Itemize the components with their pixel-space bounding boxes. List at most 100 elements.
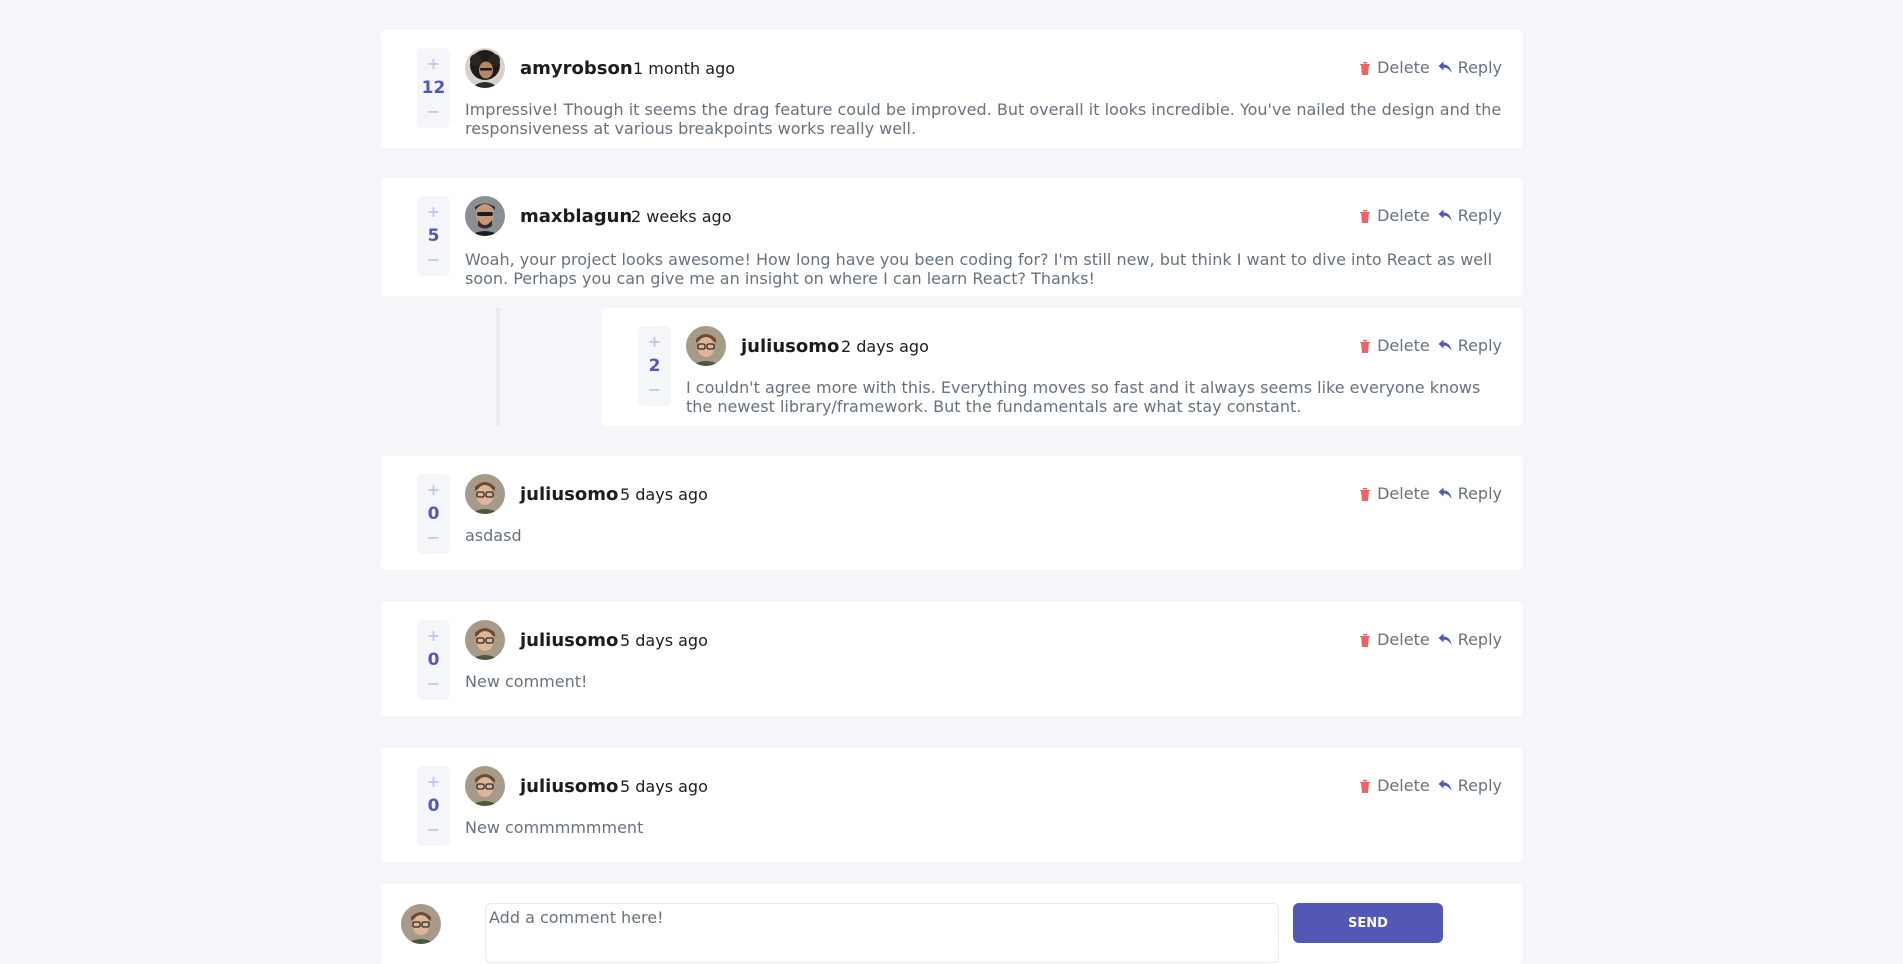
comment-card: + 5 − maxblagun 2 weeks ago Delete Reply…: [381, 178, 1522, 296]
reply-label: Reply: [1457, 206, 1502, 225]
delete-label: Delete: [1377, 484, 1430, 503]
comment-composer: SEND: [381, 884, 1522, 964]
comment-card: + 12 − amyrobson 1 month ago Delete Repl…: [381, 30, 1522, 148]
avatar-juliusomo: [401, 904, 441, 944]
reply-button[interactable]: Reply: [1438, 630, 1502, 649]
downvote-button[interactable]: −: [427, 822, 440, 838]
reply-button[interactable]: Reply: [1438, 336, 1502, 355]
vote-control: + 2 −: [638, 326, 671, 406]
trash-icon: [1360, 633, 1371, 647]
delete-label: Delete: [1377, 630, 1430, 649]
delete-button[interactable]: Delete: [1359, 206, 1430, 225]
vote-control: + 0 −: [417, 474, 450, 554]
reply-arrow-icon: [1438, 339, 1452, 351]
comment-author[interactable]: juliusomo: [520, 776, 618, 797]
downvote-button[interactable]: −: [427, 104, 440, 120]
comment-input[interactable]: [485, 903, 1279, 963]
delete-button[interactable]: Delete: [1359, 630, 1430, 649]
delete-label: Delete: [1377, 206, 1430, 225]
trash-icon: [1360, 779, 1371, 793]
reply-button[interactable]: Reply: [1438, 776, 1502, 795]
comment-timestamp: 2 weeks ago: [631, 207, 732, 226]
comment-timestamp: 5 days ago: [620, 631, 708, 650]
delete-button[interactable]: Delete: [1359, 58, 1430, 77]
reply-label: Reply: [1457, 484, 1502, 503]
comment-card: + 0 − juliusomo 5 days ago Delete Reply …: [381, 456, 1522, 570]
downvote-button[interactable]: −: [427, 676, 440, 692]
downvote-button[interactable]: −: [427, 252, 440, 268]
reply-label: Reply: [1457, 58, 1502, 77]
trash-icon: [1360, 209, 1371, 223]
delete-button[interactable]: Delete: [1359, 776, 1430, 795]
reply-button[interactable]: Reply: [1438, 206, 1502, 225]
avatar-juliusomo: [465, 766, 505, 806]
vote-control: + 0 −: [417, 620, 450, 700]
comment-text: Woah, your project looks awesome! How lo…: [465, 250, 1493, 288]
reply-arrow-icon: [1438, 487, 1452, 499]
comment-text: New comment!: [465, 672, 588, 691]
vote-score: 12: [421, 78, 446, 98]
reply-label: Reply: [1457, 336, 1502, 355]
reply-label: Reply: [1457, 630, 1502, 649]
vote-score: 0: [427, 504, 440, 524]
delete-button[interactable]: Delete: [1359, 336, 1430, 355]
avatar-juliusomo: [465, 474, 505, 514]
comment-author[interactable]: maxblagun: [520, 206, 632, 227]
delete-label: Delete: [1377, 58, 1430, 77]
upvote-button[interactable]: +: [427, 56, 440, 72]
comment-actions: Delete Reply: [1359, 630, 1502, 649]
vote-score: 0: [427, 650, 440, 670]
comment-actions: Delete Reply: [1359, 206, 1502, 225]
vote-score: 0: [427, 796, 440, 816]
comment-timestamp: 5 days ago: [620, 777, 708, 796]
reply-actions: Delete Reply: [1359, 336, 1502, 355]
vote-score: 5: [427, 226, 440, 246]
comment-author[interactable]: juliusomo: [520, 630, 618, 651]
reply-arrow-icon: [1438, 779, 1452, 791]
reply-label: Reply: [1457, 776, 1502, 795]
comments-page: + 12 − amyrobson 1 month ago Delete Repl…: [0, 0, 1903, 964]
reply-text: I couldn't agree more with this. Everyth…: [686, 378, 1481, 416]
reply-card: + 2 − juliusomo 2 days ago Delete Reply …: [602, 308, 1522, 426]
reply-button[interactable]: Reply: [1438, 58, 1502, 77]
comment-actions: Delete Reply: [1359, 58, 1502, 77]
comment-actions: Delete Reply: [1359, 776, 1502, 795]
comment-text: asdasd: [465, 526, 522, 545]
reply-timestamp: 2 days ago: [841, 337, 929, 356]
comment-text: New commmmmment: [465, 818, 644, 837]
reply-thread-line: [496, 308, 500, 426]
downvote-button[interactable]: −: [427, 530, 440, 546]
reply-arrow-icon: [1438, 209, 1452, 221]
send-button[interactable]: SEND: [1293, 903, 1443, 943]
delete-label: Delete: [1377, 336, 1430, 355]
upvote-button[interactable]: +: [427, 628, 440, 644]
comment-timestamp: 1 month ago: [633, 59, 736, 78]
reply-arrow-icon: [1438, 61, 1452, 73]
reply-author[interactable]: juliusomo: [741, 336, 839, 357]
upvote-button[interactable]: +: [427, 482, 440, 498]
avatar-maxblagun: [465, 196, 505, 236]
upvote-button[interactable]: +: [427, 204, 440, 220]
comment-author[interactable]: amyrobson: [520, 58, 633, 79]
vote-control: + 0 −: [417, 766, 450, 846]
avatar-amyrobson: [465, 48, 505, 88]
upvote-button[interactable]: +: [648, 334, 661, 350]
delete-label: Delete: [1377, 776, 1430, 795]
reply-arrow-icon: [1438, 633, 1452, 645]
trash-icon: [1360, 487, 1371, 501]
comment-actions: Delete Reply: [1359, 484, 1502, 503]
vote-control: + 5 −: [417, 196, 450, 276]
comment-text: Impressive! Though it seems the drag fea…: [465, 100, 1502, 138]
comment-card: + 0 − juliusomo 5 days ago Delete Reply …: [381, 748, 1522, 862]
trash-icon: [1360, 339, 1371, 353]
avatar-juliusomo: [465, 620, 505, 660]
delete-button[interactable]: Delete: [1359, 484, 1430, 503]
downvote-button[interactable]: −: [648, 382, 661, 398]
comment-timestamp: 5 days ago: [620, 485, 708, 504]
reply-button[interactable]: Reply: [1438, 484, 1502, 503]
trash-icon: [1360, 61, 1371, 75]
vote-score: 2: [648, 356, 661, 376]
upvote-button[interactable]: +: [427, 774, 440, 790]
comment-author[interactable]: juliusomo: [520, 484, 618, 505]
vote-control: + 12 −: [417, 48, 450, 128]
